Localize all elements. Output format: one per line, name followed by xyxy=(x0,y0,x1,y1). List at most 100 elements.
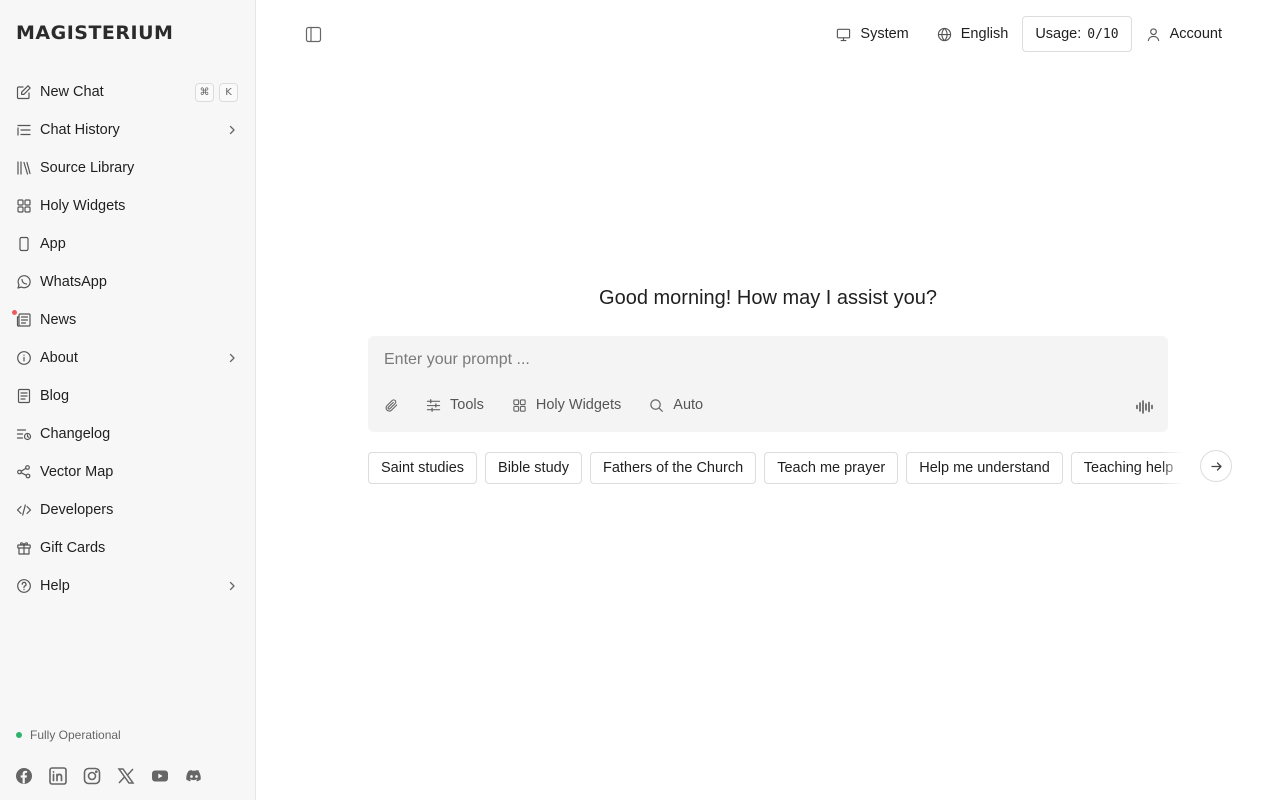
sidebar-nav: New Chat ⌘ K Chat History Source Library… xyxy=(8,73,248,605)
shortcut-key: K xyxy=(219,82,238,102)
suggestion-chip[interactable]: Fathers of the Church xyxy=(589,452,757,484)
discord-icon[interactable] xyxy=(185,767,203,785)
facebook-icon[interactable] xyxy=(15,767,33,785)
sidebar-item-chat-history[interactable]: Chat History xyxy=(8,111,248,149)
suggestion-chip[interactable]: Help me understand xyxy=(906,452,1063,484)
globe-icon xyxy=(937,27,951,41)
sidebar-item-about[interactable]: About xyxy=(8,339,248,377)
user-icon xyxy=(1147,27,1159,41)
system-status[interactable]: Fully Operational xyxy=(16,728,121,742)
chevron-right-icon xyxy=(226,580,238,592)
edit-icon xyxy=(16,84,32,100)
account-button[interactable]: Account xyxy=(1132,16,1236,52)
sidebar-item-label: WhatsApp xyxy=(40,274,107,290)
holy-widgets-button[interactable]: Holy Widgets xyxy=(512,397,621,413)
sidebar-item-holy-widgets[interactable]: Holy Widgets xyxy=(8,187,248,225)
sidebar-item-label: Vector Map xyxy=(40,464,114,480)
gift-icon xyxy=(16,540,32,556)
whatsapp-icon xyxy=(16,274,32,290)
sidebar-item-new-chat[interactable]: New Chat ⌘ K xyxy=(8,73,248,111)
tools-button[interactable]: Tools xyxy=(426,397,484,413)
youtube-icon[interactable] xyxy=(151,767,169,785)
sidebar-item-label: About xyxy=(40,350,78,366)
chips-fade xyxy=(1160,452,1184,484)
phone-icon xyxy=(16,236,32,252)
voice-input-icon[interactable] xyxy=(1135,398,1153,416)
arrow-right-icon xyxy=(1210,461,1222,471)
suggestion-chip[interactable]: Saint studies xyxy=(368,452,478,484)
shortcut-key: ⌘ xyxy=(195,82,214,102)
sidebar-item-label: Help xyxy=(40,578,70,594)
prompt-box: Tools Holy Widgets Auto xyxy=(368,336,1168,432)
search-mode-label: Auto xyxy=(673,397,704,413)
linkedin-icon[interactable] xyxy=(49,767,67,785)
search-mode-button[interactable]: Auto xyxy=(649,397,703,413)
holy-widgets-label: Holy Widgets xyxy=(535,397,622,413)
sidebar-item-blog[interactable]: Blog xyxy=(8,377,248,415)
sidebar-item-whatsapp[interactable]: WhatsApp xyxy=(8,263,248,301)
document-icon xyxy=(16,388,32,404)
status-label: Fully Operational xyxy=(30,728,121,742)
suggestion-chips: Saint studies Bible study Fathers of the C… xyxy=(368,452,1184,484)
top-bar: System English Usage: 0/10 Account xyxy=(822,16,1236,52)
suggestion-chip[interactable]: Bible study xyxy=(485,452,582,484)
changelog-icon xyxy=(16,426,32,442)
instagram-icon[interactable] xyxy=(83,767,101,785)
code-icon xyxy=(16,502,32,518)
usage-value: 0/10 xyxy=(1087,26,1119,42)
suggestion-chip[interactable]: Teach me prayer xyxy=(764,452,899,484)
grid-icon xyxy=(16,198,32,214)
newspaper-icon xyxy=(16,312,32,328)
greeting: Good morning! How may I assist you? xyxy=(599,287,937,309)
paperclip-icon xyxy=(385,398,398,412)
sidebar-item-label: App xyxy=(40,236,66,252)
sidebar-item-label: Developers xyxy=(40,502,114,518)
account-label: Account xyxy=(1169,26,1222,42)
toggle-sidebar-icon[interactable] xyxy=(305,26,322,43)
notification-dot xyxy=(12,310,17,315)
sidebar-item-label: New Chat xyxy=(40,84,104,100)
network-icon xyxy=(16,464,32,480)
list-icon xyxy=(16,122,32,138)
sidebar-item-label: Chat History xyxy=(40,122,120,138)
sidebar-item-label: Changelog xyxy=(40,426,111,442)
sidebar-item-label: Blog xyxy=(40,388,70,404)
language-selector[interactable]: English xyxy=(923,16,1023,52)
status-dot xyxy=(16,732,22,738)
usage-button[interactable]: Usage: 0/10 xyxy=(1022,16,1132,52)
prompt-input[interactable] xyxy=(384,348,1144,372)
chevron-right-icon xyxy=(226,352,238,364)
search-icon xyxy=(650,398,664,412)
help-icon xyxy=(16,578,32,594)
sidebar-item-label: Holy Widgets xyxy=(40,198,126,214)
sidebar-item-gift-cards[interactable]: Gift Cards xyxy=(8,529,248,567)
theme-selector[interactable]: System xyxy=(822,16,922,52)
logo[interactable]: MAGISTERIUM xyxy=(16,22,173,44)
tools-label: Tools xyxy=(450,397,484,413)
sidebar-item-app[interactable]: App xyxy=(8,225,248,263)
grid-icon xyxy=(513,398,526,412)
library-icon xyxy=(16,160,32,176)
language-label: English xyxy=(960,26,1009,42)
chips-scroll-right-button[interactable] xyxy=(1200,450,1232,482)
sidebar: MAGISTERIUM New Chat ⌘ K Chat History So… xyxy=(0,0,256,800)
social-links xyxy=(15,767,219,785)
chevron-right-icon xyxy=(226,124,238,136)
usage-label: Usage: xyxy=(1035,26,1082,42)
sidebar-item-source-library[interactable]: Source Library xyxy=(8,149,248,187)
sidebar-item-label: News xyxy=(40,312,77,328)
prompt-toolbar: Tools Holy Widgets Auto xyxy=(384,397,731,413)
attach-button[interactable] xyxy=(384,398,399,413)
sliders-icon xyxy=(426,398,441,412)
sidebar-item-help[interactable]: Help xyxy=(8,567,248,605)
info-icon xyxy=(16,350,32,366)
sidebar-item-developers[interactable]: Developers xyxy=(8,491,248,529)
sidebar-item-label: Source Library xyxy=(40,160,135,176)
x-icon[interactable] xyxy=(117,767,135,785)
sidebar-item-vector-map[interactable]: Vector Map xyxy=(8,453,248,491)
sidebar-item-changelog[interactable]: Changelog xyxy=(8,415,248,453)
monitor-icon xyxy=(837,28,851,41)
sidebar-item-label: Gift Cards xyxy=(40,540,106,556)
theme-label: System xyxy=(860,26,909,42)
sidebar-item-news[interactable]: News xyxy=(8,301,248,339)
